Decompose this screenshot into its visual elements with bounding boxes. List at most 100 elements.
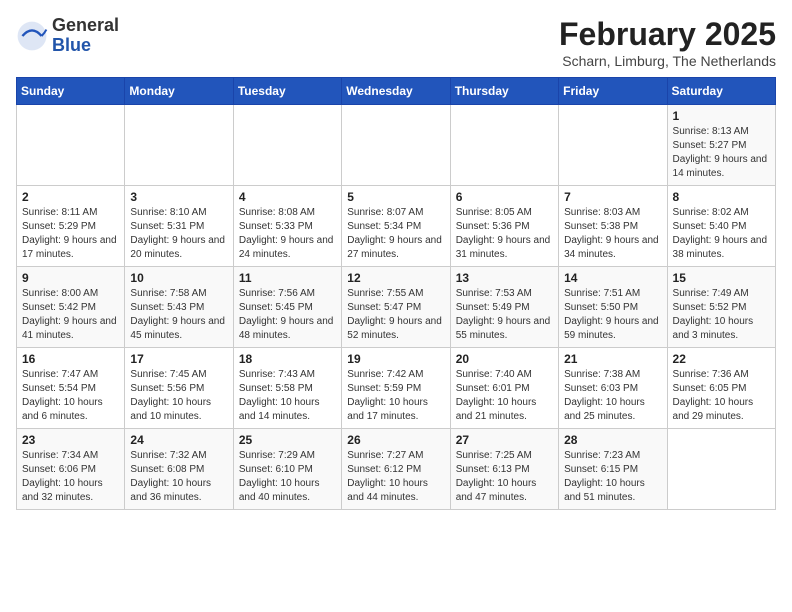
day-info: Sunrise: 8:11 AM Sunset: 5:29 PM Dayligh… — [22, 206, 119, 262]
day-cell: 22Sunrise: 7:36 AM Sunset: 6:05 PM Dayli… — [667, 348, 775, 429]
day-number: 8 — [673, 190, 770, 204]
day-cell: 8 Sunrise: 8:02 AM Sunset: 5:40 PM Daylig… — [667, 186, 775, 267]
week-row-1: 2 Sunrise: 8:11 AM Sunset: 5:29 PM Daylig… — [17, 186, 776, 267]
day-number: 5 — [347, 190, 444, 204]
day-cell — [342, 105, 450, 186]
day-number: 23 — [22, 433, 119, 447]
day-info: Sunrise: 7:36 AM Sunset: 6:05 PM Dayligh… — [673, 368, 770, 424]
calendar-subtitle: Scharn, Limburg, The Netherlands — [559, 53, 776, 69]
day-cell: 25 Sunrise: 7:29 AM Sunset: 6:10 PM Dayli… — [233, 429, 341, 510]
day-number: 9 — [22, 271, 119, 285]
day-number: 2 — [22, 190, 119, 204]
day-number: 17 — [130, 352, 227, 366]
day-cell — [125, 105, 233, 186]
day-cell — [450, 105, 558, 186]
day-cell: 11Sunrise: 7:56 AM Sunset: 5:45 PM Dayli… — [233, 267, 341, 348]
day-info: Sunrise: 7:32 AM Sunset: 6:08 PM Dayligh… — [130, 449, 227, 505]
day-number: 13 — [456, 271, 553, 285]
weekday-header-sunday: Sunday — [17, 78, 125, 105]
day-info: Sunrise: 7:45 AM Sunset: 5:56 PM Dayligh… — [130, 368, 227, 424]
day-cell — [17, 105, 125, 186]
day-info: Sunrise: 7:55 AM Sunset: 5:47 PM Dayligh… — [347, 287, 444, 343]
day-cell: 28 Sunrise: 7:23 AM Sunset: 6:15 PM Dayli… — [559, 429, 667, 510]
day-info: Sunrise: 7:51 AM Sunset: 5:50 PM Dayligh… — [564, 287, 661, 343]
day-info: Sunrise: 7:42 AM Sunset: 5:59 PM Dayligh… — [347, 368, 444, 424]
day-info: Sunrise: 8:05 AM Sunset: 5:36 PM Dayligh… — [456, 206, 553, 262]
day-cell — [667, 429, 775, 510]
logo-blue-text: Blue — [52, 35, 91, 55]
day-number: 14 — [564, 271, 661, 285]
week-row-2: 9 Sunrise: 8:00 AM Sunset: 5:42 PM Daylig… — [17, 267, 776, 348]
weekday-header-monday: Monday — [125, 78, 233, 105]
day-cell: 24 Sunrise: 7:32 AM Sunset: 6:08 PM Dayli… — [125, 429, 233, 510]
day-cell: 10 Sunrise: 7:58 AM Sunset: 5:43 PM Dayli… — [125, 267, 233, 348]
weekday-header-tuesday: Tuesday — [233, 78, 341, 105]
day-info: Sunrise: 7:53 AM Sunset: 5:49 PM Dayligh… — [456, 287, 553, 343]
day-info: Sunrise: 7:43 AM Sunset: 5:58 PM Dayligh… — [239, 368, 336, 424]
week-row-4: 23Sunrise: 7:34 AM Sunset: 6:06 PM Dayli… — [17, 429, 776, 510]
day-info: Sunrise: 7:56 AM Sunset: 5:45 PM Dayligh… — [239, 287, 336, 343]
day-number: 16 — [22, 352, 119, 366]
calendar-table: SundayMondayTuesdayWednesdayThursdayFrid… — [16, 77, 776, 510]
day-cell: 12 Sunrise: 7:55 AM Sunset: 5:47 PM Dayli… — [342, 267, 450, 348]
weekday-header-row: SundayMondayTuesdayWednesdayThursdayFrid… — [17, 78, 776, 105]
day-info: Sunrise: 7:47 AM Sunset: 5:54 PM Dayligh… — [22, 368, 119, 424]
day-number: 25 — [239, 433, 336, 447]
day-info: Sunrise: 8:13 AM Sunset: 5:27 PM Dayligh… — [673, 125, 770, 181]
day-info: Sunrise: 8:07 AM Sunset: 5:34 PM Dayligh… — [347, 206, 444, 262]
weekday-header-thursday: Thursday — [450, 78, 558, 105]
day-number: 7 — [564, 190, 661, 204]
day-number: 1 — [673, 109, 770, 123]
day-cell: 1 Sunrise: 8:13 AM Sunset: 5:27 PM Daylig… — [667, 105, 775, 186]
day-number: 27 — [456, 433, 553, 447]
day-cell: 26Sunrise: 7:27 AM Sunset: 6:12 PM Dayli… — [342, 429, 450, 510]
day-number: 3 — [130, 190, 227, 204]
day-info: Sunrise: 8:00 AM Sunset: 5:42 PM Dayligh… — [22, 287, 119, 343]
day-cell: 19 Sunrise: 7:42 AM Sunset: 5:59 PM Dayli… — [342, 348, 450, 429]
day-number: 6 — [456, 190, 553, 204]
day-number: 20 — [456, 352, 553, 366]
day-cell: 16 Sunrise: 7:47 AM Sunset: 5:54 PM Dayli… — [17, 348, 125, 429]
day-cell: 6 Sunrise: 8:05 AM Sunset: 5:36 PM Daylig… — [450, 186, 558, 267]
day-info: Sunrise: 7:29 AM Sunset: 6:10 PM Dayligh… — [239, 449, 336, 505]
day-cell: 15 Sunrise: 7:49 AM Sunset: 5:52 PM Dayli… — [667, 267, 775, 348]
day-number: 26 — [347, 433, 444, 447]
day-cell: 14 Sunrise: 7:51 AM Sunset: 5:50 PM Dayli… — [559, 267, 667, 348]
day-info: Sunrise: 8:03 AM Sunset: 5:38 PM Dayligh… — [564, 206, 661, 262]
day-info: Sunrise: 7:49 AM Sunset: 5:52 PM Dayligh… — [673, 287, 770, 343]
title-area: February 2025 Scharn, Limburg, The Nethe… — [559, 16, 776, 69]
day-cell: 17 Sunrise: 7:45 AM Sunset: 5:56 PM Dayli… — [125, 348, 233, 429]
day-cell: 7 Sunrise: 8:03 AM Sunset: 5:38 PM Daylig… — [559, 186, 667, 267]
day-cell: 27 Sunrise: 7:25 AM Sunset: 6:13 PM Dayli… — [450, 429, 558, 510]
logo-general-text: General — [52, 15, 119, 35]
day-info: Sunrise: 7:25 AM Sunset: 6:13 PM Dayligh… — [456, 449, 553, 505]
day-info: Sunrise: 8:08 AM Sunset: 5:33 PM Dayligh… — [239, 206, 336, 262]
day-cell: 3 Sunrise: 8:10 AM Sunset: 5:31 PM Daylig… — [125, 186, 233, 267]
day-number: 12 — [347, 271, 444, 285]
day-number: 19 — [347, 352, 444, 366]
day-cell — [233, 105, 341, 186]
day-cell: 2 Sunrise: 8:11 AM Sunset: 5:29 PM Daylig… — [17, 186, 125, 267]
day-info: Sunrise: 7:58 AM Sunset: 5:43 PM Dayligh… — [130, 287, 227, 343]
day-number: 10 — [130, 271, 227, 285]
week-row-3: 16 Sunrise: 7:47 AM Sunset: 5:54 PM Dayli… — [17, 348, 776, 429]
day-number: 21 — [564, 352, 661, 366]
calendar-title: February 2025 — [559, 16, 776, 53]
day-number: 24 — [130, 433, 227, 447]
weekday-header-friday: Friday — [559, 78, 667, 105]
weekday-header-saturday: Saturday — [667, 78, 775, 105]
header: General Blue February 2025 Scharn, Limbu… — [16, 16, 776, 69]
day-info: Sunrise: 7:23 AM Sunset: 6:15 PM Dayligh… — [564, 449, 661, 505]
day-cell: 20Sunrise: 7:40 AM Sunset: 6:01 PM Dayli… — [450, 348, 558, 429]
day-cell: 13 Sunrise: 7:53 AM Sunset: 5:49 PM Dayli… — [450, 267, 558, 348]
day-info: Sunrise: 8:10 AM Sunset: 5:31 PM Dayligh… — [130, 206, 227, 262]
day-info: Sunrise: 8:02 AM Sunset: 5:40 PM Dayligh… — [673, 206, 770, 262]
day-cell: 4 Sunrise: 8:08 AM Sunset: 5:33 PM Daylig… — [233, 186, 341, 267]
weekday-header-wednesday: Wednesday — [342, 78, 450, 105]
logo-icon — [16, 20, 48, 52]
day-number: 18 — [239, 352, 336, 366]
day-number: 15 — [673, 271, 770, 285]
day-number: 4 — [239, 190, 336, 204]
day-number: 28 — [564, 433, 661, 447]
day-cell: 9 Sunrise: 8:00 AM Sunset: 5:42 PM Daylig… — [17, 267, 125, 348]
